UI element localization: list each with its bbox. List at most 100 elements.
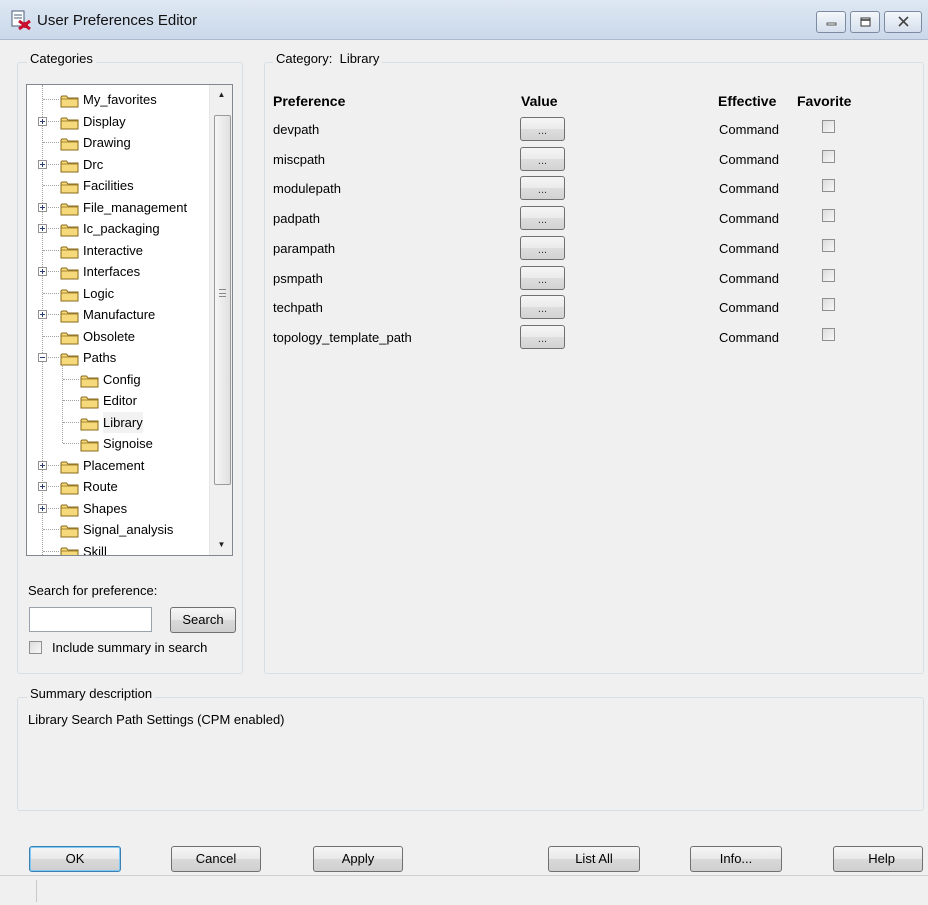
tree-item[interactable]: Facilities — [27, 175, 207, 196]
tree-item[interactable]: Editor — [27, 390, 207, 411]
tree-item-label: Interfaces — [83, 264, 141, 279]
tree-item[interactable]: Shapes — [27, 498, 207, 519]
preference-name: padpath — [273, 211, 320, 227]
expand-icon[interactable] — [38, 503, 47, 513]
tree-item[interactable]: Signal_analysis — [27, 519, 207, 540]
category-tree[interactable]: ▲ ▼ My_favorites Display Drawing Drc Facilit… — [26, 84, 233, 556]
include-summary-checkbox[interactable] — [29, 641, 42, 654]
favorite-checkbox[interactable] — [822, 179, 835, 193]
tree-item[interactable]: Placement — [27, 455, 207, 476]
tree-connector — [43, 185, 59, 186]
folder-icon — [60, 265, 79, 280]
tree-item-label: Facilities — [83, 178, 134, 193]
tree-item[interactable]: Display — [27, 111, 207, 132]
favorite-checkbox[interactable] — [822, 238, 835, 252]
effective-value: Command — [719, 240, 779, 256]
tree-item-label: Route — [83, 479, 118, 494]
preference-name: devpath — [273, 122, 320, 137]
tree-item[interactable]: Route — [27, 476, 207, 497]
folder-icon — [60, 545, 79, 555]
tree-connector — [43, 529, 59, 530]
expand-icon[interactable] — [38, 116, 47, 126]
value-browse-button[interactable]: ... — [520, 265, 565, 290]
maximize-button[interactable] — [850, 11, 880, 33]
scroll-down-arrow-icon[interactable]: ▼ — [210, 535, 232, 555]
effective-value: Command — [719, 211, 779, 227]
tree-item[interactable]: Config — [27, 369, 207, 390]
tree-item-label: Obsolete — [83, 328, 136, 344]
tree-connector — [63, 443, 79, 444]
tree-item[interactable]: Library — [27, 411, 207, 433]
tree-item[interactable]: Drc — [27, 154, 207, 175]
apply-button[interactable]: Apply — [313, 846, 403, 872]
favorite-header: Favorite — [797, 93, 852, 109]
ok-button[interactable]: OK — [29, 846, 121, 872]
info-button[interactable]: Info... — [690, 846, 782, 872]
search-button[interactable]: Search — [170, 607, 236, 633]
folder-icon — [60, 201, 79, 215]
help-button[interactable]: Help — [833, 846, 923, 872]
tree-item-label: Signoise — [103, 436, 153, 451]
tree-item[interactable]: Signoise — [27, 433, 207, 454]
value-browse-button[interactable]: ... — [520, 176, 565, 201]
tree-item-label: File_management — [83, 199, 188, 215]
folder-icon — [60, 523, 79, 538]
list-all-button[interactable]: List All — [548, 846, 640, 872]
expand-icon[interactable] — [38, 202, 47, 212]
favorite-checkbox[interactable] — [822, 209, 835, 223]
tree-item[interactable]: Interactive — [27, 240, 207, 261]
expand-icon[interactable] — [38, 310, 47, 319]
minimize-button[interactable] — [816, 11, 846, 33]
scroll-up-arrow-icon[interactable]: ▲ — [210, 85, 232, 105]
preference-name: techpath — [273, 300, 323, 316]
favorite-checkbox[interactable] — [822, 268, 835, 282]
tree-scrollbar[interactable]: ▲ ▼ — [209, 85, 232, 555]
categories-label: Categories — [27, 51, 96, 66]
expand-icon[interactable] — [38, 482, 47, 491]
value-browse-button[interactable]: ... — [520, 146, 565, 171]
tree-item[interactable]: Manufacture — [27, 304, 207, 325]
favorite-checkbox[interactable] — [822, 120, 835, 133]
favorite-checkbox[interactable] — [822, 149, 835, 163]
value-browse-button[interactable]: ... — [520, 295, 565, 320]
close-button[interactable] — [884, 11, 922, 33]
collapse-icon[interactable] — [38, 353, 47, 362]
tree-item-label: Paths — [83, 350, 117, 365]
value-browse-button[interactable]: ... — [520, 235, 565, 260]
tree-item-label: Editor — [103, 393, 137, 408]
tree-item[interactable]: My_favorites — [27, 89, 207, 110]
tree-item[interactable]: Skill — [27, 541, 207, 555]
effective-value: Command — [719, 181, 779, 197]
maximize-icon — [860, 17, 871, 27]
scroll-thumb[interactable] — [214, 115, 231, 485]
cancel-button[interactable]: Cancel — [171, 846, 261, 872]
close-icon — [898, 16, 909, 27]
tree-item[interactable]: Paths — [27, 347, 207, 368]
preference-name: miscpath — [273, 151, 326, 167]
folder-icon — [60, 330, 79, 344]
effective-value: Command — [719, 122, 779, 137]
expand-icon[interactable] — [38, 159, 47, 169]
search-input[interactable] — [29, 607, 152, 632]
tree-item[interactable]: Logic — [27, 283, 207, 304]
tree-item[interactable]: Ic_packaging — [27, 218, 207, 239]
tree-item-label: Display — [83, 113, 126, 129]
value-browse-button[interactable]: ... — [520, 117, 565, 141]
category-panel-label: Category: Library — [273, 51, 383, 66]
favorite-checkbox[interactable] — [822, 327, 835, 341]
effective-header: Effective — [718, 93, 777, 109]
expand-icon[interactable] — [38, 224, 47, 233]
value-browse-button[interactable]: ... — [520, 206, 565, 231]
value-browse-button[interactable]: ... — [520, 324, 565, 349]
folder-icon — [60, 351, 79, 366]
effective-value: Command — [719, 151, 779, 167]
tree-item[interactable]: File_management — [27, 197, 207, 218]
tree-connector — [63, 421, 79, 423]
tree-item[interactable]: Obsolete — [27, 326, 207, 347]
expand-icon[interactable] — [38, 267, 47, 276]
tree-item[interactable]: Drawing — [27, 132, 207, 153]
status-bar — [0, 875, 928, 905]
expand-icon[interactable] — [38, 460, 47, 470]
tree-item[interactable]: Interfaces — [27, 261, 207, 282]
favorite-checkbox[interactable] — [822, 298, 835, 312]
